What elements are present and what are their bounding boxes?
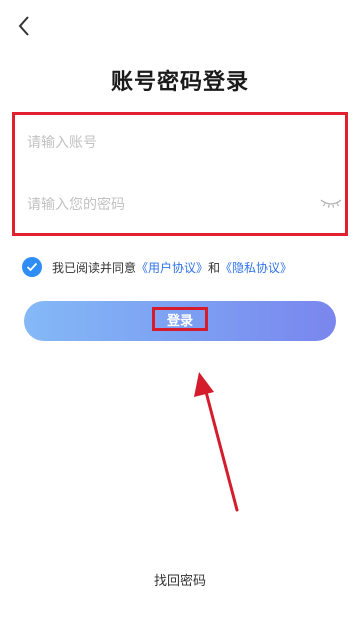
eye-closed-icon[interactable] [319, 195, 343, 211]
account-field [27, 125, 337, 161]
account-input[interactable] [27, 135, 297, 151]
agreement-prefix: 我已阅读并同意 [52, 260, 137, 275]
chevron-left-icon [18, 16, 29, 36]
login-button[interactable] [24, 301, 336, 341]
agreement-conjunction: 和 [208, 260, 221, 275]
password-field [27, 187, 342, 223]
credentials-highlight-box [12, 112, 348, 236]
privacy-agreement-link[interactable]: 《隐私协议》 [220, 259, 292, 276]
agreement-checkbox[interactable] [22, 257, 42, 277]
check-circle-icon [26, 262, 38, 272]
agreement-row: 我已阅读并同意 《用户协议》 和 《隐私协议》 [22, 256, 292, 278]
back-button[interactable] [10, 12, 38, 40]
forgot-password-link[interactable]: 找回密码 [0, 570, 360, 589]
user-agreement-link[interactable]: 《用户协议》 [136, 259, 208, 276]
password-input[interactable] [27, 197, 297, 213]
page-title: 账号密码登录 [110, 70, 249, 95]
